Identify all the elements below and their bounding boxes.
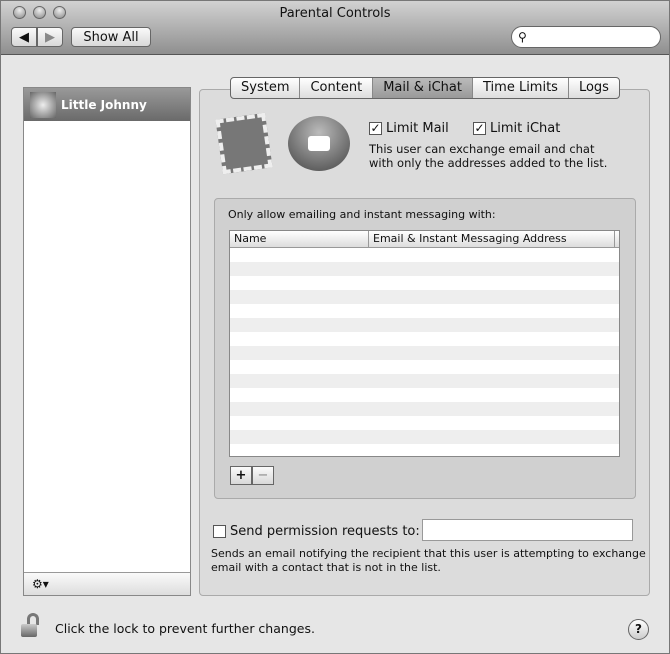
lock-icon[interactable] — [21, 613, 41, 637]
tab-bar: System Content Mail & iChat Time Limits … — [230, 77, 620, 99]
tab-time-limits[interactable]: Time Limits — [473, 78, 569, 98]
description-line: This user can exchange email and chat — [369, 142, 595, 156]
forward-button[interactable]: ▶ — [37, 27, 63, 47]
back-arrow-icon: ◀ — [19, 29, 29, 45]
tab-mail-ichat[interactable]: Mail & iChat — [373, 78, 473, 98]
column-name[interactable]: Name — [230, 231, 369, 247]
show-all-button[interactable]: Show All — [71, 27, 151, 47]
tab-content[interactable]: Content — [300, 78, 374, 98]
mail-stamp-icon — [215, 112, 273, 175]
lock-message: Click the lock to prevent further change… — [55, 621, 315, 636]
allowed-list-heading: Only allow emailing and instant messagin… — [228, 208, 496, 221]
table-header: Name Email & Instant Messaging Address — [230, 231, 619, 248]
ichat-bubble-icon — [288, 116, 350, 171]
video-camera-icon — [308, 136, 330, 151]
contacts-table[interactable]: Name Email & Instant Messaging Address — [229, 230, 620, 457]
sidebar-action-bar: ⚙▾ — [24, 572, 190, 595]
checkmark-icon: ✓ — [473, 121, 486, 135]
search-icon: ⚲ — [518, 30, 527, 44]
user-list[interactable]: Little Johnny ⚙▾ — [23, 87, 191, 596]
preferences-window: Parental Controls ◀ ▶ Show All ⚲ Little … — [0, 0, 670, 654]
help-button[interactable]: ? — [628, 619, 649, 640]
column-address[interactable]: Email & Instant Messaging Address — [369, 231, 615, 247]
permission-note: Sends an email notifying the recipient t… — [211, 547, 646, 575]
window-title: Parental Controls — [279, 6, 391, 21]
add-contact-button[interactable]: + — [230, 466, 252, 485]
limit-description: This user can exchange email and chat wi… — [369, 142, 607, 170]
limit-mail-checkbox[interactable]: ✓ Limit Mail — [369, 121, 449, 136]
tab-logs[interactable]: Logs — [569, 78, 619, 98]
send-permission-checkbox[interactable]: Send permission requests to: — [213, 524, 420, 539]
user-item-little-johnny[interactable]: Little Johnny — [24, 88, 190, 121]
back-button[interactable]: ◀ — [11, 27, 37, 47]
toolbar: Parental Controls ◀ ▶ Show All ⚲ — [1, 1, 669, 55]
gear-menu-button[interactable]: ⚙▾ — [32, 577, 49, 591]
search-input[interactable]: ⚲ — [511, 26, 661, 48]
note-line: email with a contact that is not in the … — [211, 561, 441, 574]
checkmark-icon: ✓ — [369, 121, 382, 135]
description-line: with only the addresses added to the lis… — [369, 156, 608, 170]
user-avatar — [30, 91, 56, 118]
tab-system[interactable]: System — [231, 78, 301, 98]
remove-contact-button[interactable]: − — [252, 466, 274, 485]
limit-ichat-checkbox[interactable]: ✓ Limit iChat — [473, 121, 560, 136]
checkbox-box — [213, 525, 226, 538]
forward-arrow-icon: ▶ — [45, 29, 55, 45]
send-permission-label: Send permission requests to: — [230, 524, 420, 539]
limit-ichat-label: Limit iChat — [490, 121, 561, 136]
note-line: Sends an email notifying the recipient t… — [211, 547, 646, 560]
user-name: Little Johnny — [61, 97, 147, 112]
limit-mail-label: Limit Mail — [386, 121, 449, 136]
permission-email-input[interactable] — [422, 519, 633, 541]
